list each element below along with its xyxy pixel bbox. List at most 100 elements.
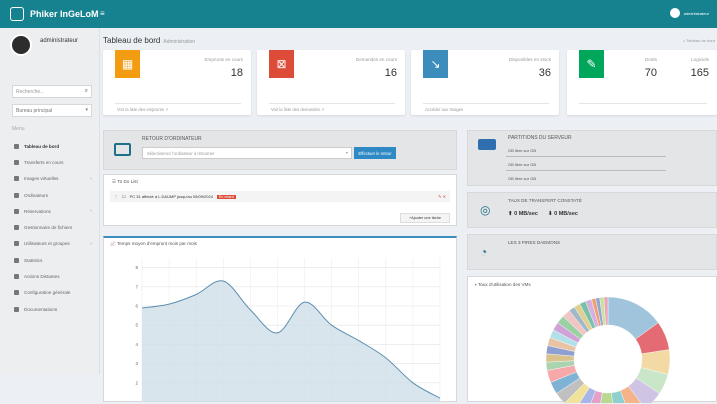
todo-item[interactable]: ⋮ ☐ PC 31 affecté à L.DAUMP jusqu'au 05/… bbox=[110, 191, 450, 202]
add-task-button[interactable]: + Ajouter une tâche bbox=[400, 213, 450, 223]
wifi-icon: ◎ bbox=[480, 203, 491, 217]
computer-select[interactable]: Sélectionnez l'ordinateur à retourner ▾ bbox=[142, 147, 352, 159]
page-subtitle: Administration bbox=[163, 39, 196, 45]
stat-link-text[interactable]: Voir la liste des emprunts bbox=[117, 107, 164, 112]
sidebar-item[interactable]: Configuration générale bbox=[10, 285, 98, 301]
sidebar-item[interactable]: Réservations ‹ bbox=[10, 203, 98, 219]
divider bbox=[423, 103, 549, 104]
download-rate-value: 0 MB/sec bbox=[554, 211, 578, 217]
sidebar-item[interactable]: Transferts en cours bbox=[10, 154, 98, 170]
sidebar-item-label: Utilisateurs et groupes bbox=[24, 241, 70, 247]
wrench-icon: ✎ bbox=[579, 50, 604, 78]
area-fill bbox=[142, 280, 440, 402]
todo-title: ☰ To Do List bbox=[112, 179, 138, 184]
brand[interactable]: Phiker InGeLoM bbox=[10, 7, 99, 21]
chart-title: 📈 Temps moyen d'emprunt mois par mois bbox=[110, 241, 197, 246]
stat-label: Logiciels bbox=[691, 57, 709, 62]
stat-label: Demandes en cours bbox=[355, 57, 397, 62]
y-tick-label: 6 bbox=[135, 304, 138, 309]
avatar bbox=[10, 34, 32, 56]
partition-row: GB libre sur GB bbox=[508, 148, 537, 153]
todo-item-text: PC 31 affecté à L.DAUMP jusqu'au 05/09/2… bbox=[129, 194, 213, 199]
partition-row: GB libre sur GB bbox=[508, 176, 537, 181]
progress-bar bbox=[506, 170, 666, 171]
sidebar-item[interactable]: Statistics bbox=[10, 252, 98, 268]
menu-icon bbox=[14, 159, 19, 165]
desktop-select[interactable]: Bureau principal ▾ bbox=[12, 104, 92, 117]
line-chart: 8 7 6 5 4 3 2 bbox=[135, 258, 441, 402]
stat-link[interactable]: Voir la liste des demandes ↗ bbox=[271, 107, 325, 112]
y-tick-label: 4 bbox=[135, 342, 138, 347]
sidebar-item[interactable]: Utilisateurs et groupes ‹ bbox=[10, 236, 98, 252]
top-navbar: Phiker InGeLoM ≡ administrateur bbox=[0, 0, 717, 28]
stat-link-text[interactable]: Voir la liste des demandes bbox=[271, 107, 320, 112]
main-content: Tableau de bord Administration ⌂ Tableau … bbox=[101, 28, 717, 403]
divider bbox=[115, 103, 241, 104]
sidebar-item-label: Transferts en cours bbox=[24, 159, 64, 165]
stat-card-demandes: ⊠ Demandes en cours 16 Voir la liste des… bbox=[257, 50, 405, 115]
user-panel: administrateur bbox=[10, 34, 78, 56]
stat-value: 70 bbox=[644, 67, 657, 79]
stat-link-text[interactable]: Accéder aux Images bbox=[425, 107, 463, 112]
gauge-icon: ◔ bbox=[480, 245, 488, 259]
download-rate: ⬇ 0 MB/sec bbox=[548, 211, 578, 217]
breadcrumb[interactable]: ⌂ Tableau de bord bbox=[683, 38, 715, 43]
menu-header: Menu bbox=[12, 126, 25, 132]
retour-button[interactable]: Effectuer le retour bbox=[354, 147, 396, 159]
progress-bar bbox=[506, 156, 666, 157]
stat-value: 16 bbox=[384, 67, 397, 79]
menu-icon bbox=[14, 143, 19, 149]
sidebar-item[interactable]: Tableau de bord bbox=[10, 138, 98, 154]
sidebar-item[interactable]: Ordinateurs bbox=[10, 187, 98, 203]
brand-logo-icon bbox=[10, 7, 24, 21]
add-task-label[interactable]: Ajouter une tâche bbox=[411, 216, 441, 220]
partition-row: GB libre sur GB bbox=[508, 162, 537, 167]
inbox-icon bbox=[114, 143, 131, 156]
avatar bbox=[669, 8, 680, 18]
menu-icon bbox=[14, 290, 19, 296]
sidebar-item-label: Ordinateurs bbox=[24, 192, 49, 198]
transfer-title: TAUX DE TRANSFERT CONSTATÉ bbox=[508, 198, 582, 203]
stat-link[interactable]: Accéder aux Images bbox=[425, 107, 463, 112]
retour-panel: RETOUR D'ORDINATEUR Sélectionnez l'ordin… bbox=[103, 130, 457, 170]
menu-icon bbox=[14, 306, 19, 312]
chevron-left-icon: ‹ bbox=[90, 240, 92, 247]
stat-label: Droits bbox=[645, 57, 657, 62]
user-menu-name: administrateur bbox=[683, 10, 709, 16]
y-tick-label: 2 bbox=[135, 380, 138, 385]
sidebar-item-label: Actions Distantes bbox=[24, 274, 60, 280]
chevron-down-icon: ▾ bbox=[345, 150, 348, 155]
divider bbox=[269, 103, 395, 104]
sidebar-toggle-button[interactable]: ≡ bbox=[100, 9, 105, 18]
todo-title-text: To Do List bbox=[117, 179, 138, 184]
user-menu[interactable]: administrateur bbox=[669, 8, 709, 18]
upload-rate: ⬆ 0 MB/sec bbox=[508, 211, 538, 217]
partitions-title: PARTITIONS DU SERVEUR bbox=[508, 135, 572, 141]
search-icon[interactable]: ⌕ bbox=[85, 88, 88, 95]
drag-handle-icon[interactable]: ⋮ bbox=[114, 194, 118, 199]
sidebar-item[interactable]: Actions Distantes bbox=[10, 268, 98, 284]
sidebar-item-label: Documentations bbox=[24, 306, 58, 312]
transfer-panel: ◎ TAUX DE TRANSFERT CONSTATÉ ⬆ 0 MB/sec … bbox=[467, 192, 717, 228]
sidebar-item[interactable]: Documentations bbox=[10, 301, 98, 317]
hdd-icon bbox=[478, 139, 496, 150]
sidebar-nav: Tableau de bord Transferts en cours Images… bbox=[10, 138, 98, 317]
menu-icon bbox=[14, 208, 19, 214]
sidebar-item-label: Configuration générale bbox=[24, 290, 71, 296]
edit-icon[interactable]: ✎ ✕ bbox=[438, 194, 446, 199]
menu-icon bbox=[14, 192, 19, 198]
chart-down-icon: ↘ bbox=[423, 50, 448, 78]
chart-panel: 📈 Temps moyen d'emprunt mois par mois 8 7… bbox=[103, 236, 457, 402]
chevron-left-icon: ‹ bbox=[90, 175, 92, 182]
breadcrumb-item[interactable]: Tableau de bord bbox=[686, 38, 715, 43]
menu-icon bbox=[14, 225, 19, 231]
divider bbox=[579, 103, 707, 104]
checkbox[interactable]: ☐ bbox=[122, 194, 126, 199]
y-tick-label: 5 bbox=[135, 323, 138, 328]
sidebar-item[interactable]: Images virtuelles ‹ bbox=[10, 171, 98, 187]
stat-label: Disponibles en stock bbox=[508, 57, 551, 62]
desktop-select-value: Bureau principal bbox=[16, 108, 53, 114]
search-input[interactable]: Recherche... ⌕ bbox=[12, 85, 92, 98]
sidebar-item[interactable]: Gestionnaire de fichiers bbox=[10, 219, 98, 235]
stat-link[interactable]: Voir la liste des emprunts ↗ bbox=[117, 107, 168, 112]
